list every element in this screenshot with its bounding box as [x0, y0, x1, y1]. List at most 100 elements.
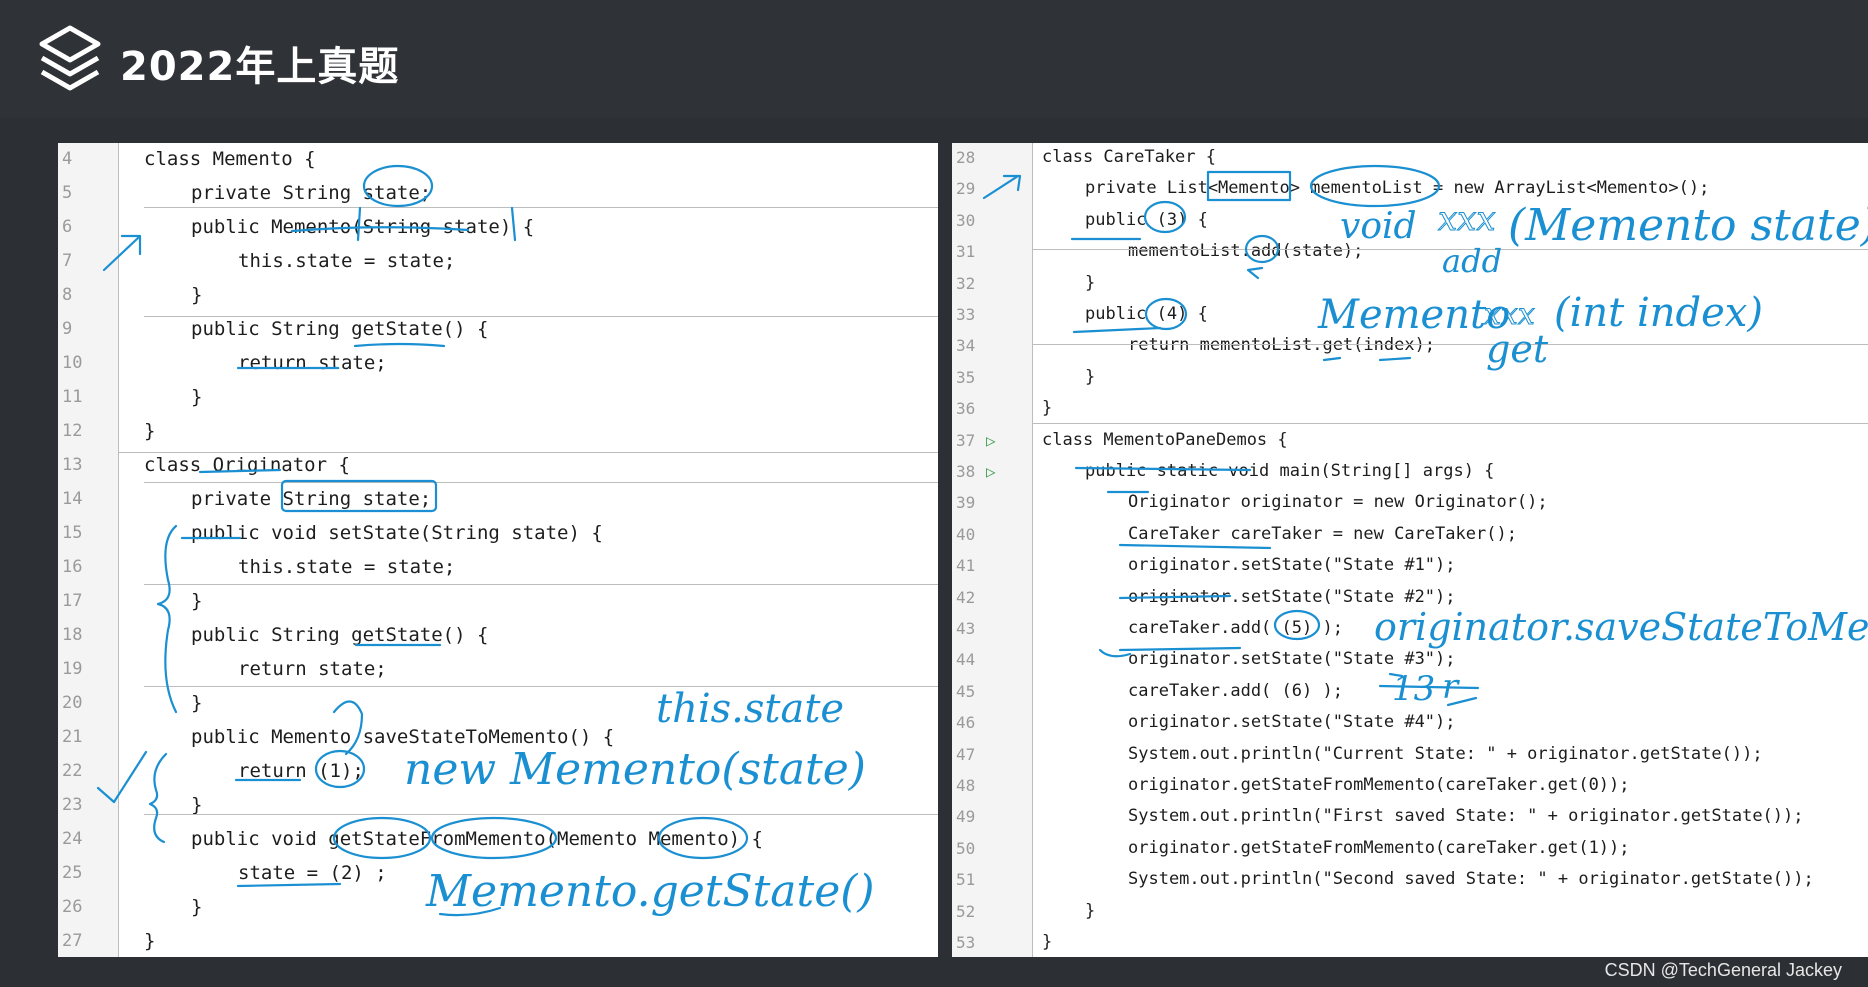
code-line: 22 return (1); [58, 756, 938, 787]
line-number: 7 [62, 251, 73, 271]
code-line: 5 private String state; [58, 178, 938, 209]
line-number: 5 [62, 183, 73, 203]
code-text: return state; [238, 352, 387, 374]
method-separator [144, 207, 938, 208]
code-line: 48 originator.getStateFromMemento(careTak… [952, 770, 1868, 801]
class-separator [118, 452, 938, 453]
code-line: 25 state = (2) ; [58, 858, 938, 889]
code-line: 19 return state; [58, 654, 938, 685]
line-number: 52 [956, 901, 976, 921]
code-line: 18 public String getState() { [58, 620, 938, 651]
code-text: public void setState(String state) { [191, 522, 603, 544]
code-text: System.out.println("First saved State: "… [1128, 806, 1804, 827]
code-line: 13 class Originator { [58, 450, 938, 481]
line-number: 4 [62, 149, 73, 169]
code-line: 26} [58, 892, 938, 923]
line-number: 53 [956, 933, 976, 952]
code-text: } [144, 420, 156, 442]
code-text: } [191, 794, 203, 816]
slide-title: 2022年上真题 [120, 44, 400, 90]
line-number: 15 [62, 523, 83, 543]
code-text: mementoList.add(state); [1128, 241, 1364, 262]
method-separator [1032, 344, 1868, 345]
watermark: CSDN @TechGeneral Jackey [1604, 960, 1842, 980]
method-separator [1032, 249, 1868, 250]
run-gutter-icon[interactable]: ▷ [986, 456, 996, 487]
code-text: } [191, 386, 203, 408]
code-text: originator.getStateFromMemento(careTaker… [1128, 775, 1630, 795]
code-text: public Memento(String state) { [191, 216, 535, 238]
code-text: return mementoList.get(index); [1128, 335, 1436, 356]
code-line: 17} [58, 586, 938, 617]
line-number: 31 [956, 242, 976, 262]
code-line: 8} [58, 280, 938, 311]
code-line: 12} [58, 416, 938, 447]
code-text: System.out.println("Current State: " + o… [1128, 743, 1763, 764]
code-line: 24 public void getStateFromMemento(Mement… [58, 824, 938, 855]
code-text: public Memento saveStateToMemento() { [191, 726, 615, 748]
code-line: 30 public (3) { [952, 205, 1868, 236]
code-line: 41 originator.setState("State #1"); [952, 550, 1868, 581]
code-text: CareTaker careTaker = new CareTaker(); [1128, 523, 1517, 544]
line-number: 36 [956, 399, 976, 419]
method-separator [144, 814, 938, 815]
line-number: 46 [956, 713, 976, 733]
line-number: 28 [956, 148, 976, 167]
line-number: 34 [956, 336, 976, 356]
code-text: this.state = state; [238, 250, 456, 272]
line-number: 48 [956, 776, 976, 795]
run-gutter-icon[interactable]: ▷ [986, 425, 996, 456]
method-separator [144, 686, 938, 687]
code-line: 47 System.out.println("Current State: " +… [952, 739, 1868, 770]
line-number: 24 [62, 829, 83, 849]
code-line: 14 private String state; [58, 484, 938, 515]
line-number: 22 [62, 761, 83, 781]
code-text: originator.setState("State #2"); [1128, 586, 1456, 607]
class-separator [1032, 423, 1868, 424]
line-number: 19 [62, 659, 83, 679]
code-text: } [1042, 398, 1053, 419]
code-line: 49 System.out.println("First saved State:… [952, 801, 1868, 832]
line-number: 21 [62, 727, 83, 747]
line-number: 14 [62, 489, 83, 509]
line-number: 41 [956, 556, 976, 576]
code-text: state = (2) ; [238, 862, 387, 884]
code-line: 11} [58, 382, 938, 413]
line-number: 30 [956, 210, 976, 230]
code-line: 42 originator.setState("State #2"); [952, 582, 1868, 613]
line-number: 39 [956, 493, 976, 513]
code-line: 53} [952, 927, 1868, 957]
line-number: 16 [62, 557, 83, 577]
layers-stack-icon [39, 25, 101, 91]
line-number: 18 [62, 625, 83, 645]
code-line: 7 this.state = state; [58, 246, 938, 277]
code-text: public (4) { [1085, 304, 1208, 324]
code-line: 43 careTaker.add( (5) ); [952, 613, 1868, 644]
code-line: 32} [952, 268, 1868, 299]
line-number: 17 [62, 591, 83, 611]
code-text: } [191, 590, 203, 612]
slide-header: 2022年上真题 [0, 0, 1868, 118]
line-number: 25 [62, 863, 83, 883]
code-line: 52} [952, 896, 1868, 927]
code-line: 20} [58, 688, 938, 719]
code-panel-left: 4 class Memento {5 private String state; 6 p… [58, 143, 938, 957]
code-line: 28 class CareTaker { [952, 143, 1868, 173]
line-number: 42 [956, 587, 976, 607]
code-line: 29 private List<Memento> mementoList = ne… [952, 173, 1868, 204]
code-text: } [191, 692, 203, 714]
code-text: originator.setState("State #4"); [1128, 712, 1456, 733]
code-text: } [1085, 272, 1096, 293]
code-text: this.state = state; [238, 556, 456, 578]
code-line: 33 public (4) { [952, 299, 1868, 330]
code-text: private List<Memento> mementoList = new … [1085, 178, 1710, 199]
line-number: 29 [956, 179, 976, 199]
code-text: } [191, 284, 203, 306]
line-number: 33 [956, 305, 976, 324]
code-text: public String getState() { [191, 318, 489, 340]
code-line: 44 originator.setState("State #3"); [952, 644, 1868, 675]
line-number: 9 [62, 319, 73, 339]
code-line: 23} [58, 790, 938, 821]
code-line: 40 CareTaker careTaker = new CareTaker(); [952, 519, 1868, 550]
code-panel-right: 28 class CareTaker { 29 private List<Mement… [952, 143, 1868, 957]
